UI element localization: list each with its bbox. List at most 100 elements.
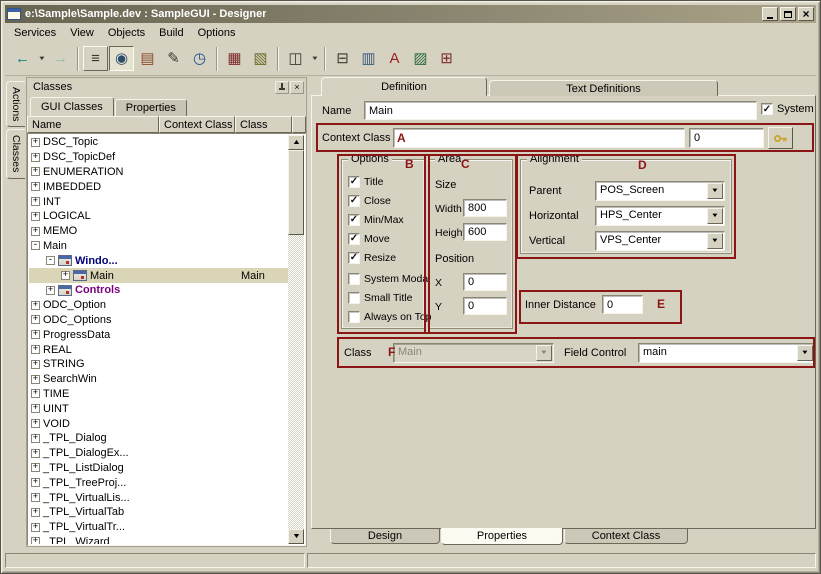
tree-row-uint[interactable]: +UINT	[29, 401, 288, 416]
tree-row-void[interactable]: +VOID	[29, 416, 288, 431]
tree-row-tpl-virtualtr[interactable]: +_TPL_VirtualTr...	[29, 520, 288, 535]
x-input[interactable]	[463, 273, 507, 291]
expand-icon[interactable]: +	[31, 389, 40, 398]
width-input[interactable]	[463, 199, 507, 217]
expand-icon[interactable]: +	[31, 463, 40, 472]
vertical-combo-button[interactable]: ▼	[707, 233, 723, 249]
tree-row-real[interactable]: +REAL	[29, 342, 288, 357]
height-input[interactable]	[463, 223, 507, 241]
expand-icon[interactable]: +	[31, 493, 40, 502]
tab-design[interactable]: Design	[330, 529, 440, 544]
hierarchy-view-button[interactable]: ≡	[83, 46, 108, 71]
parent-combo-button[interactable]: ▼	[707, 183, 723, 199]
context-class-input[interactable]	[393, 128, 685, 148]
expand-icon[interactable]: +	[31, 419, 40, 428]
expand-icon[interactable]: +	[46, 286, 55, 295]
expand-icon[interactable]: +	[31, 315, 40, 324]
checkbox-box[interactable]: ✓	[348, 233, 360, 245]
horizontal-combo-button[interactable]: ▼	[707, 208, 723, 224]
expand-icon[interactable]: +	[31, 227, 40, 236]
expand-icon[interactable]: +	[31, 537, 40, 544]
tree-row-odc-options[interactable]: +ODC_Options	[29, 313, 288, 328]
scrollbar-thumb[interactable]	[288, 150, 304, 235]
tab-properties[interactable]: Properties	[441, 528, 563, 545]
expand-icon[interactable]: +	[31, 212, 40, 221]
name-input[interactable]	[364, 101, 757, 120]
tree-row-tpl-wizard[interactable]: +_TPL_Wizard	[29, 535, 288, 544]
context-class-count-input[interactable]	[689, 128, 764, 148]
grid-button[interactable]: ⊞	[434, 46, 459, 71]
menu-item-services[interactable]: Services	[7, 25, 63, 41]
pin-button[interactable]	[275, 81, 289, 94]
library-button[interactable]: ▤	[135, 46, 160, 71]
window-list-button[interactable]: ▦	[222, 46, 247, 71]
menu-item-options[interactable]: Options	[191, 25, 243, 41]
expand-icon[interactable]: +	[31, 153, 40, 162]
combo-view-button-dropdown[interactable]: ▼	[309, 46, 320, 71]
new-form-button[interactable]: ▧	[248, 46, 273, 71]
tree-row-main[interactable]: +MainMain	[29, 268, 288, 283]
tree-row-tpl-virtualtab[interactable]: +_TPL_VirtualTab	[29, 505, 288, 520]
expand-icon[interactable]: +	[31, 434, 40, 443]
tree-row-time[interactable]: +TIME	[29, 387, 288, 402]
maximize-button[interactable]	[780, 7, 796, 21]
scroll-up-button[interactable]: ▲	[288, 135, 304, 150]
tree-row-controls[interactable]: +Controls	[29, 283, 288, 298]
tab-gui-classes[interactable]: GUI Classes	[30, 97, 114, 116]
checkbox-box[interactable]: ✓	[348, 176, 360, 188]
tree-row-tpl-dialogex[interactable]: +_TPL_DialogEx...	[29, 446, 288, 461]
side-tab-actions[interactable]: Actions	[6, 81, 25, 127]
tree-row-logical[interactable]: +LOGICAL	[29, 209, 288, 224]
column-header-name[interactable]: Name	[27, 116, 159, 133]
tree-row-main[interactable]: -Main	[29, 239, 288, 254]
panel-close-button[interactable]: ×	[290, 81, 304, 94]
parent-combo[interactable]: POS_Screen ▼	[595, 181, 725, 201]
menu-item-build[interactable]: Build	[152, 25, 190, 41]
horizontal-combo[interactable]: HPS_Center ▼	[595, 206, 725, 226]
checkbox-box[interactable]: ✓	[348, 214, 360, 226]
checkbox-always-on-top[interactable]: Always on Top	[348, 310, 424, 323]
collapse-icon[interactable]: -	[31, 241, 40, 250]
expand-icon[interactable]: +	[31, 330, 40, 339]
tree-row-enumeration[interactable]: +ENUMERATION	[29, 165, 288, 180]
side-tab-classes[interactable]: Classes	[6, 129, 25, 179]
tree-row-tpl-dialog[interactable]: +_TPL_Dialog	[29, 431, 288, 446]
checkbox-close[interactable]: ✓Close	[348, 194, 424, 207]
context-class-key-button[interactable]	[768, 127, 793, 149]
title-bar[interactable]: e:\Sample\Sample.dev : SampleGUI - Desig…	[5, 5, 816, 23]
tree-row-windo[interactable]: -Windo...	[29, 253, 288, 268]
checkbox-move[interactable]: ✓Move	[348, 232, 424, 245]
checkbox-box[interactable]: ✓	[348, 195, 360, 207]
checkbox-box[interactable]	[348, 311, 360, 323]
inner-distance-input[interactable]	[602, 295, 643, 314]
checkbox-system-modal[interactable]: System Modal	[348, 272, 424, 285]
close-button[interactable]: ×	[798, 7, 814, 21]
tab-definition[interactable]: Definition	[321, 77, 487, 96]
tree-row-int[interactable]: +INT	[29, 194, 288, 209]
menu-item-objects[interactable]: Objects	[101, 25, 152, 41]
expand-icon[interactable]: +	[31, 404, 40, 413]
expand-icon[interactable]: +	[31, 301, 40, 310]
vertical-combo[interactable]: VPS_Center ▼	[595, 231, 725, 251]
edit-definition-button[interactable]: ✎	[161, 46, 186, 71]
field-control-combo-button[interactable]: ▼	[797, 345, 813, 361]
expand-icon[interactable]: +	[31, 138, 40, 147]
checkbox-min-max[interactable]: ✓Min/Max	[348, 213, 424, 226]
collapse-icon[interactable]: -	[46, 256, 55, 265]
system-checkbox[interactable]: ✓ System	[761, 103, 814, 115]
column-header-class[interactable]: Class	[235, 116, 292, 133]
checkbox-small-title[interactable]: Small Title	[348, 291, 424, 304]
expand-icon[interactable]: +	[31, 167, 40, 176]
tab-properties[interactable]: Properties	[115, 99, 187, 116]
expand-icon[interactable]: +	[31, 375, 40, 384]
scroll-down-button[interactable]: ▼	[288, 529, 304, 544]
y-input[interactable]	[463, 297, 507, 315]
expand-icon[interactable]: +	[61, 271, 70, 280]
tree-row-tpl-treeproj[interactable]: +_TPL_TreeProj...	[29, 475, 288, 490]
tree-row-tpl-listdialog[interactable]: +_TPL_ListDialog	[29, 461, 288, 476]
copy-button[interactable]: ▥	[356, 46, 381, 71]
print-button[interactable]: ⊟	[330, 46, 355, 71]
preview-button[interactable]: ◉	[109, 46, 134, 71]
checkbox-title[interactable]: ✓Title	[348, 175, 424, 188]
column-header-context-class[interactable]: Context Class	[159, 116, 235, 133]
